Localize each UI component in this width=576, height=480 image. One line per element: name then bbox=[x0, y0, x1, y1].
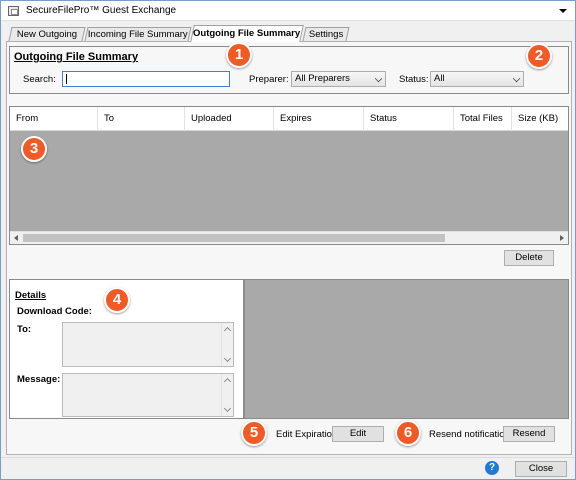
status-select[interactable]: All bbox=[430, 71, 524, 87]
column-header-size[interactable]: Size (KB) bbox=[512, 107, 568, 131]
resend-notification-label: Resend notification bbox=[429, 429, 510, 440]
window-icon bbox=[8, 6, 19, 16]
tab-settings[interactable]: Settings bbox=[302, 27, 350, 41]
callout-badge-4: 4 bbox=[104, 287, 130, 313]
title-bar: SecureFilePro™ Guest Exchange bbox=[1, 1, 575, 21]
delete-button[interactable]: Delete bbox=[504, 250, 554, 266]
scroll-up-icon[interactable] bbox=[223, 377, 232, 386]
callout-badge-1: 1 bbox=[226, 42, 252, 68]
app-window: SecureFilePro™ Guest Exchange New Outgoi… bbox=[0, 0, 576, 480]
scroll-right-icon[interactable] bbox=[560, 235, 564, 241]
grid-header: From To Uploaded Expires Status Total Fi… bbox=[10, 107, 568, 131]
preparer-select-value: All Preparers bbox=[295, 73, 350, 84]
details-title: Details bbox=[15, 290, 47, 301]
tab-strip: New Outgoing Incoming File Summary Outgo… bbox=[6, 25, 572, 42]
download-code-label: Download Code: bbox=[17, 306, 92, 317]
vertical-scrollbar[interactable] bbox=[221, 374, 233, 416]
scroll-down-icon[interactable] bbox=[223, 404, 232, 413]
tab-outgoing-file-summary[interactable]: Outgoing File Summary bbox=[190, 25, 304, 42]
to-label: To: bbox=[17, 324, 32, 335]
column-header-from[interactable]: From bbox=[10, 107, 98, 131]
close-button[interactable]: Close bbox=[515, 461, 567, 477]
tab-new-outgoing[interactable]: New Outgoing bbox=[8, 27, 86, 41]
message-field[interactable] bbox=[62, 373, 234, 417]
message-label: Message: bbox=[17, 374, 61, 385]
callout-badge-3: 3 bbox=[21, 136, 47, 162]
tab-incoming-file-summary[interactable]: Incoming File Summary bbox=[84, 27, 192, 41]
status-select-value: All bbox=[434, 73, 445, 84]
edit-button[interactable]: Edit bbox=[332, 426, 384, 442]
to-field[interactable] bbox=[62, 322, 234, 367]
column-header-status[interactable]: Status bbox=[364, 107, 454, 131]
scroll-left-icon[interactable] bbox=[14, 235, 18, 241]
help-icon[interactable]: ? bbox=[485, 461, 499, 475]
chevron-down-icon bbox=[374, 74, 383, 83]
scroll-down-icon[interactable] bbox=[223, 354, 232, 363]
column-header-uploaded[interactable]: Uploaded bbox=[185, 107, 274, 131]
text-caret bbox=[66, 74, 67, 84]
vertical-scrollbar[interactable] bbox=[221, 323, 233, 366]
outgoing-files-grid[interactable]: From To Uploaded Expires Status Total Fi… bbox=[9, 106, 569, 245]
search-input[interactable] bbox=[62, 71, 230, 87]
column-header-expires[interactable]: Expires bbox=[274, 107, 364, 131]
column-header-total-files[interactable]: Total Files bbox=[454, 107, 512, 131]
dropdown-arrow-icon[interactable] bbox=[559, 9, 567, 13]
summary-title: Outgoing File Summary bbox=[14, 51, 139, 63]
search-label: Search: bbox=[23, 74, 56, 85]
scroll-up-icon[interactable] bbox=[223, 326, 232, 335]
edit-expiration-label: Edit Expiration bbox=[276, 429, 338, 440]
preparer-label: Preparer: bbox=[249, 74, 289, 85]
callout-badge-5: 5 bbox=[241, 420, 267, 446]
callout-badge-6: 6 bbox=[395, 420, 421, 446]
window-title: SecureFilePro™ Guest Exchange bbox=[26, 5, 177, 16]
chevron-down-icon bbox=[512, 74, 521, 83]
scrollbar-thumb[interactable] bbox=[23, 234, 445, 242]
callout-badge-2: 2 bbox=[526, 43, 552, 69]
horizontal-scrollbar[interactable] bbox=[10, 231, 568, 244]
status-label: Status: bbox=[399, 74, 429, 85]
column-header-to[interactable]: To bbox=[98, 107, 185, 131]
preparer-select[interactable]: All Preparers bbox=[291, 71, 386, 87]
resend-button[interactable]: Resend bbox=[503, 426, 555, 442]
preview-pane bbox=[244, 279, 569, 419]
